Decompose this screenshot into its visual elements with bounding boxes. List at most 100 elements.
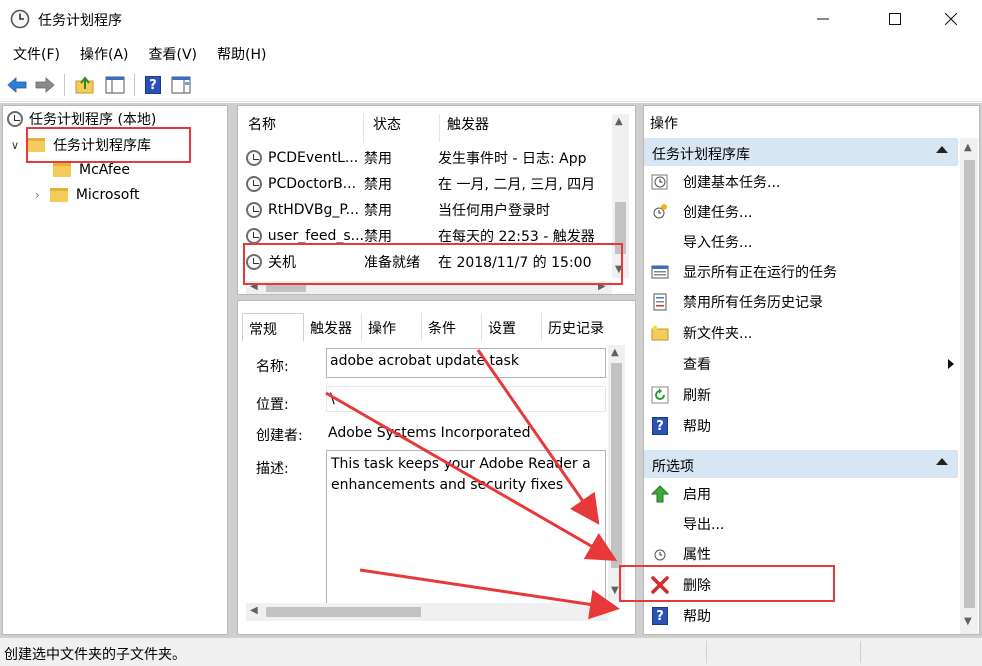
task-name: PCDoctorB... [268, 176, 357, 192]
maximize-button[interactable] [872, 0, 918, 38]
tab-history[interactable]: 历史记录 [542, 313, 618, 341]
properties-icon [650, 544, 670, 564]
description-label: 描述: [256, 461, 289, 477]
task-clock-icon [246, 254, 262, 270]
collapse-caret-icon[interactable] [936, 458, 948, 465]
scrollbar-thumb[interactable] [615, 202, 626, 254]
menu-action[interactable]: 操作(A) [67, 40, 136, 66]
column-header-name[interactable]: 名称 [248, 114, 276, 134]
task-details-pane: 常规 触发器 操作 条件 设置 历史记录 名称: adobe acrobat u… [237, 300, 636, 635]
menu-bar: 文件(F) 操作(A) 查看(V) 帮助(H) [0, 40, 982, 66]
task-trigger: 在 2018/11/7 的 15:00 [438, 255, 592, 271]
action-help[interactable]: ? 帮助 [650, 412, 711, 440]
help-button[interactable]: ? [142, 74, 164, 96]
action-properties[interactable]: 属性 [650, 540, 711, 568]
tree-item-label: 任务计划程序 (本地) [29, 112, 157, 128]
section-title: 任务计划程序库 [652, 147, 750, 163]
actions-pane: 操作 任务计划程序库 创建基本任务... 创建任务... 导入任务... 显示所… [643, 105, 980, 635]
scroll-right-icon[interactable]: ▶ [598, 281, 606, 292]
scroll-up-icon[interactable]: ▲ [964, 142, 972, 153]
scrollbar-thumb[interactable] [611, 363, 622, 568]
details-horizontal-scrollbar[interactable]: ◀ ▶ [246, 603, 608, 621]
scroll-up-icon[interactable]: ▲ [615, 116, 623, 127]
tab-settings[interactable]: 设置 [482, 313, 542, 341]
action-create-task[interactable]: 创建任务... [650, 198, 752, 226]
table-row[interactable]: PCDEventL... 禁用 发生事件时 - 日志: App [246, 145, 598, 171]
back-button[interactable] [6, 74, 28, 96]
task-clock-icon [246, 228, 262, 244]
menu-help[interactable]: 帮助(H) [204, 40, 273, 66]
minimize-icon [817, 18, 829, 20]
scroll-up-icon[interactable]: ▲ [611, 347, 619, 358]
scrollbar-thumb[interactable] [266, 284, 306, 292]
show-hide-action-pane-button[interactable] [170, 74, 192, 96]
tab-general[interactable]: 常规 [242, 313, 304, 341]
scroll-down-icon[interactable]: ▼ [964, 616, 972, 627]
scroll-left-icon[interactable]: ◀ [250, 605, 258, 616]
action-create-basic-task[interactable]: 创建基本任务... [650, 168, 780, 196]
tree-item-label: 任务计划程序库 [53, 138, 152, 154]
action-new-folder[interactable]: 新文件夹... [650, 319, 752, 347]
refresh-icon [650, 385, 670, 405]
new-folder-icon [650, 323, 670, 343]
scroll-down-icon[interactable]: ▼ [615, 264, 623, 275]
action-refresh[interactable]: 刷新 [650, 381, 711, 409]
scheduler-folder-icon [27, 138, 46, 152]
back-arrow-icon [7, 77, 27, 93]
action-enable[interactable]: 启用 [650, 480, 711, 508]
scroll-down-icon[interactable]: ▼ [611, 585, 619, 596]
show-hide-tree-button[interactable] [104, 74, 126, 96]
tree-item-mcafee[interactable]: McAfee [53, 159, 130, 181]
tab-conditions[interactable]: 条件 [422, 313, 482, 341]
details-vertical-scrollbar[interactable]: ▲ ▼ [608, 345, 625, 601]
tab-actions[interactable]: 操作 [362, 313, 422, 341]
action-label: 启用 [683, 487, 711, 503]
tab-triggers[interactable]: 触发器 [304, 313, 362, 341]
task-list-horizontal-scrollbar[interactable]: ◀ ▶ [246, 281, 612, 294]
tree-item-microsoft[interactable]: › Microsoft [35, 184, 140, 206]
chevron-down-icon[interactable]: ∨ [11, 139, 19, 152]
task-list-vertical-scrollbar[interactable]: ▲ ▼ [612, 114, 629, 278]
table-row[interactable]: RtHDVBg_P... 禁用 当任何用户登录时 [246, 197, 598, 223]
close-button[interactable] [928, 0, 974, 38]
minimize-button[interactable] [800, 0, 846, 38]
tree-item-root[interactable]: 任务计划程序 (本地) [7, 108, 156, 130]
scroll-left-icon[interactable]: ◀ [250, 281, 258, 292]
delete-icon [650, 575, 670, 595]
action-show-running-tasks[interactable]: 显示所有正在运行的任务 [650, 258, 837, 286]
column-divider[interactable] [363, 114, 364, 142]
action-export[interactable]: 导出... [650, 510, 724, 538]
action-delete[interactable]: 删除 [650, 571, 711, 599]
section-header-library[interactable]: 任务计划程序库 [644, 138, 958, 166]
table-row[interactable]: user_feed_s... 禁用 在每天的 22:53 - 触发器 [246, 223, 598, 249]
action-help-selected[interactable]: ? 帮助 [650, 602, 711, 630]
action-import-task[interactable]: 导入任务... [650, 228, 752, 256]
column-header-trigger[interactable]: 触发器 [447, 114, 489, 134]
clock-icon [7, 111, 23, 127]
action-label: 创建基本任务... [683, 175, 781, 191]
scrollbar-thumb[interactable] [266, 607, 421, 617]
action-view-submenu[interactable]: 查看 [650, 350, 958, 378]
up-folder-button[interactable] [74, 74, 96, 96]
description-field[interactable]: This task keeps your Adobe Reader a enha… [326, 450, 606, 605]
column-header-status[interactable]: 状态 [373, 114, 401, 134]
menu-file[interactable]: 文件(F) [0, 40, 67, 66]
scroll-right-icon[interactable]: ▶ [596, 605, 604, 616]
status-divider [706, 641, 707, 663]
actions-vertical-scrollbar[interactable]: ▲ ▼ [960, 138, 978, 634]
scrollbar-thumb[interactable] [964, 160, 975, 608]
column-divider[interactable] [439, 114, 440, 142]
menu-view[interactable]: 查看(V) [136, 40, 205, 66]
status-bar: 创建选中文件夹的子文件夹。 [0, 637, 982, 666]
section-header-selected-item[interactable]: 所选项 [644, 450, 958, 478]
action-disable-task-history[interactable]: 禁用所有任务历史记录 [650, 288, 823, 316]
collapse-caret-icon[interactable] [936, 146, 948, 153]
name-field[interactable]: adobe acrobat update task [326, 348, 606, 378]
table-row-selected[interactable]: 关机 准备就绪 在 2018/11/7 的 15:00 [246, 249, 598, 275]
chevron-right-icon[interactable]: › [35, 188, 40, 202]
forward-arrow-icon [35, 77, 55, 93]
table-row[interactable]: PCDoctorB... 禁用 在 一月, 二月, 三月, 四月 [246, 171, 598, 197]
tree-item-library[interactable]: ∨ 任务计划程序库 [11, 134, 151, 156]
forward-button[interactable] [34, 74, 56, 96]
status-text: 创建选中文件夹的子文件夹。 [4, 647, 186, 663]
